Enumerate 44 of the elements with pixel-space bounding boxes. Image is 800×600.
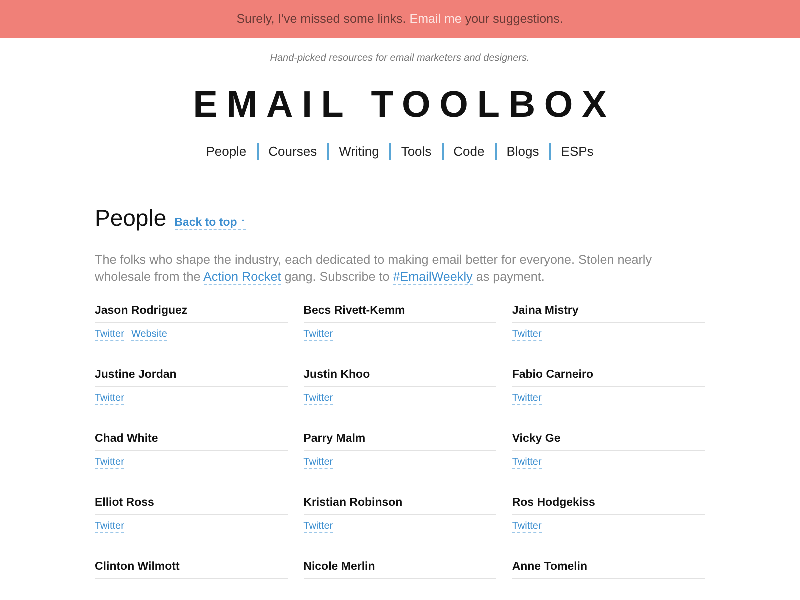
- nav-link[interactable]: Tools: [389, 143, 442, 160]
- person-name: Fabio Carneiro: [512, 366, 705, 387]
- banner-message: Surely, I've missed some links. Email me your suggestions.: [236, 12, 564, 26]
- nav-link[interactable]: People: [196, 143, 257, 160]
- intro-link[interactable]: #EmailWeekly: [393, 270, 473, 285]
- section-heading: People: [95, 205, 167, 232]
- site-title: EMAIL TOOLBOX: [192, 86, 617, 123]
- person-name: Chad White: [95, 430, 288, 451]
- profile-link[interactable]: Twitter: [512, 521, 542, 533]
- person-name: Jaina Mistry: [512, 302, 705, 323]
- person-name: Justine Jordan: [95, 366, 288, 387]
- person-name: Nicole Merlin: [304, 558, 496, 579]
- profile-link[interactable]: Twitter: [95, 457, 124, 469]
- tagline: Hand-picked resources for email marketers and designers.: [269, 53, 531, 64]
- profile-link[interactable]: Twitter: [304, 393, 334, 405]
- person-name: Vicky Ge: [512, 430, 705, 451]
- intro-link[interactable]: Action Rocket: [204, 270, 282, 285]
- person-name: Anne Tomelin: [512, 558, 705, 579]
- nav-link[interactable]: Blogs: [494, 143, 550, 160]
- profile-link[interactable]: Twitter: [95, 521, 124, 533]
- person-name: Kristian Robinson: [304, 494, 496, 515]
- profile-link[interactable]: Twitter: [304, 457, 334, 469]
- profile-link[interactable]: Twitter: [512, 393, 542, 405]
- person-name: Ros Hodgekiss: [512, 494, 705, 515]
- nav-link[interactable]: Courses: [256, 143, 328, 160]
- back-to-top-link[interactable]: Back to top ↑: [174, 217, 246, 230]
- intro-paragraph: The folks who shape the industry, each dedicated to making email better for everyone. Stolen nearly wholesale from the Action Rocket gang. Subscribe to #EmailWeekly as payment.: [95, 252, 654, 286]
- profile-link[interactable]: Website: [131, 329, 168, 341]
- profile-link[interactable]: Twitter: [512, 329, 542, 341]
- person-name: Clinton Wilmott: [95, 558, 288, 579]
- person-name: Justin Khoo: [304, 366, 496, 387]
- profile-link[interactable]: Twitter: [95, 393, 124, 405]
- profile-link[interactable]: Twitter: [95, 329, 124, 341]
- profile-link[interactable]: Twitter: [512, 457, 542, 469]
- person-name: Parry Malm: [304, 430, 496, 451]
- person-name: Jason Rodriguez: [95, 302, 288, 323]
- nav-link[interactable]: Writing: [327, 143, 390, 160]
- nav-link[interactable]: Code: [442, 143, 495, 160]
- person-name: Elliot Ross: [95, 494, 288, 515]
- email-link[interactable]: Email me: [410, 12, 462, 26]
- person-name: Becs Rivett-Kemm: [304, 302, 496, 323]
- profile-link[interactable]: Twitter: [304, 521, 334, 533]
- nav-link[interactable]: ESPs: [549, 143, 604, 160]
- profile-link[interactable]: Twitter: [304, 329, 334, 341]
